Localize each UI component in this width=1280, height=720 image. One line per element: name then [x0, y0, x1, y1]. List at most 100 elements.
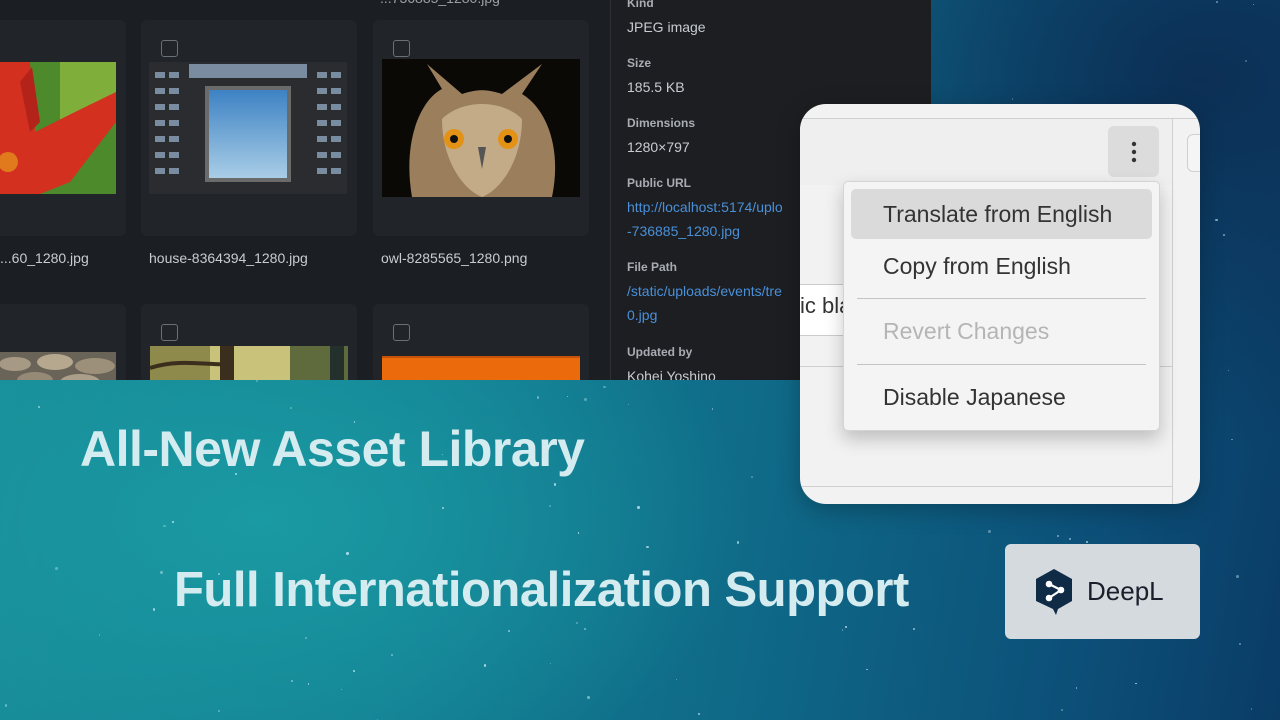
thumbnail-tree: [150, 346, 348, 380]
size-value: 185.5 KB: [627, 79, 685, 95]
star-dot: [307, 683, 310, 685]
headline-internationalization: Full Internationalization Support: [174, 563, 909, 617]
star-dot: [636, 506, 640, 509]
updated-by-label: Updated by: [627, 345, 693, 359]
asset-library-panel: ...736885_1280.jpg ...60_1280.jpg: [0, 0, 610, 380]
public-url-link[interactable]: http://localhost:5174/uplo: [627, 199, 783, 215]
dimensions-label: Dimensions: [627, 116, 696, 130]
star-dot: [352, 669, 355, 673]
asset-card[interactable]: ...60_1280.jpg: [0, 20, 126, 266]
star-dot: [37, 405, 41, 409]
star-dot: [341, 688, 343, 690]
asset-card[interactable]: [373, 304, 589, 380]
star-dot: [1011, 98, 1014, 100]
select-checkbox[interactable]: [161, 324, 178, 341]
thumbnail-orange-sunset: [382, 356, 580, 380]
star-dot: [1215, 1, 1218, 3]
star-dot: [256, 379, 258, 382]
star-dot: [483, 664, 487, 667]
star-dot: [55, 566, 59, 570]
star-dot: [584, 628, 587, 631]
side-button[interactable]: [1187, 134, 1200, 172]
asset-filename: owl-8285565_1280.png: [381, 250, 528, 266]
asset-filename: ...60_1280.jpg: [0, 250, 89, 266]
star-dot: [305, 636, 308, 639]
star-dot: [1239, 643, 1241, 645]
menu-item-revert-changes: Revert Changes: [883, 318, 1050, 344]
star-dot: [171, 521, 174, 524]
kind-label: Kind: [627, 0, 654, 10]
file-path-link-continued[interactable]: 0.jpg: [627, 307, 657, 323]
menu-item-copy-from-english[interactable]: Copy from English: [851, 241, 1152, 291]
star-dot: [162, 524, 166, 528]
file-path-label: File Path: [627, 260, 678, 274]
thumbnail-owl: [382, 59, 580, 197]
select-checkbox[interactable]: [393, 40, 410, 57]
star-dot: [1060, 708, 1064, 712]
star-dot: [567, 395, 569, 397]
star-dot: [841, 629, 844, 631]
translation-context-menu: Translate from English Copy from English…: [843, 181, 1160, 431]
star-dot: [603, 385, 606, 388]
star-dot: [577, 531, 580, 534]
star-dot: [912, 627, 915, 630]
star-dot: [507, 629, 511, 632]
star-dot: [441, 506, 445, 509]
asset-filename: house-8364394_1280.jpg: [149, 250, 308, 266]
star-dot: [1228, 370, 1230, 372]
star-dot: [845, 626, 847, 628]
star-dot: [1222, 233, 1225, 236]
public-url-link-continued[interactable]: -736885_1280.jpg: [627, 223, 740, 239]
star-dot: [583, 398, 587, 402]
thumbnail-red-flower: [0, 62, 116, 194]
asset-card[interactable]: house-8364394_1280.jpg: [141, 20, 357, 266]
star-dot: [675, 679, 678, 681]
menu-item-disable-japanese[interactable]: Disable Japanese: [851, 372, 1152, 422]
star-dot: [548, 504, 552, 508]
updated-by-value: Kohei Yoshino: [627, 368, 716, 380]
partial-filename: ...736885_1280.jpg: [380, 0, 500, 6]
select-checkbox[interactable]: [161, 40, 178, 57]
star-dot: [1215, 218, 1218, 222]
star-dot: [1085, 540, 1089, 543]
star-dot: [575, 622, 578, 624]
star-dot: [549, 662, 552, 665]
star-dot: [697, 712, 700, 716]
star-dot: [1244, 59, 1248, 63]
public-url-label: Public URL: [627, 176, 692, 190]
star-dot: [866, 669, 868, 671]
menu-separator: [857, 298, 1146, 299]
size-label: Size: [627, 56, 652, 70]
star-dot: [290, 407, 293, 410]
star-dot: [346, 551, 349, 555]
star-dot: [1250, 708, 1253, 710]
star-dot: [712, 408, 714, 410]
deepl-brand-name: DeepL: [1087, 576, 1164, 606]
menu-item-translate-from-english[interactable]: Translate from English: [851, 189, 1152, 239]
star-dot: [536, 396, 539, 399]
star-dot: [1069, 537, 1072, 541]
select-checkbox[interactable]: [393, 324, 410, 341]
star-dot: [646, 546, 649, 549]
more-options-button[interactable]: [1108, 126, 1159, 177]
asset-card[interactable]: [141, 304, 357, 380]
menu-separator: [857, 364, 1146, 365]
star-dot: [1075, 686, 1078, 689]
star-dot: [553, 482, 557, 486]
star-dot: [586, 696, 590, 700]
asset-card[interactable]: [0, 304, 126, 380]
star-dot: [4, 704, 8, 707]
star-dot: [750, 475, 753, 478]
deepl-logo-icon: [1036, 568, 1072, 615]
kind-value: JPEG image: [627, 19, 706, 35]
file-path-link[interactable]: /static/uploads/events/tre: [627, 283, 782, 299]
dimensions-value: 1280×797: [627, 139, 690, 155]
divider: [800, 486, 1172, 487]
star-dot: [627, 403, 629, 405]
star-dot: [988, 530, 991, 533]
star-dot: [291, 680, 293, 682]
star-dot: [160, 571, 163, 574]
star-dot: [1057, 535, 1060, 538]
asset-card[interactable]: owl-8285565_1280.png: [373, 20, 589, 266]
deepl-badge: DeepL: [1005, 544, 1200, 639]
